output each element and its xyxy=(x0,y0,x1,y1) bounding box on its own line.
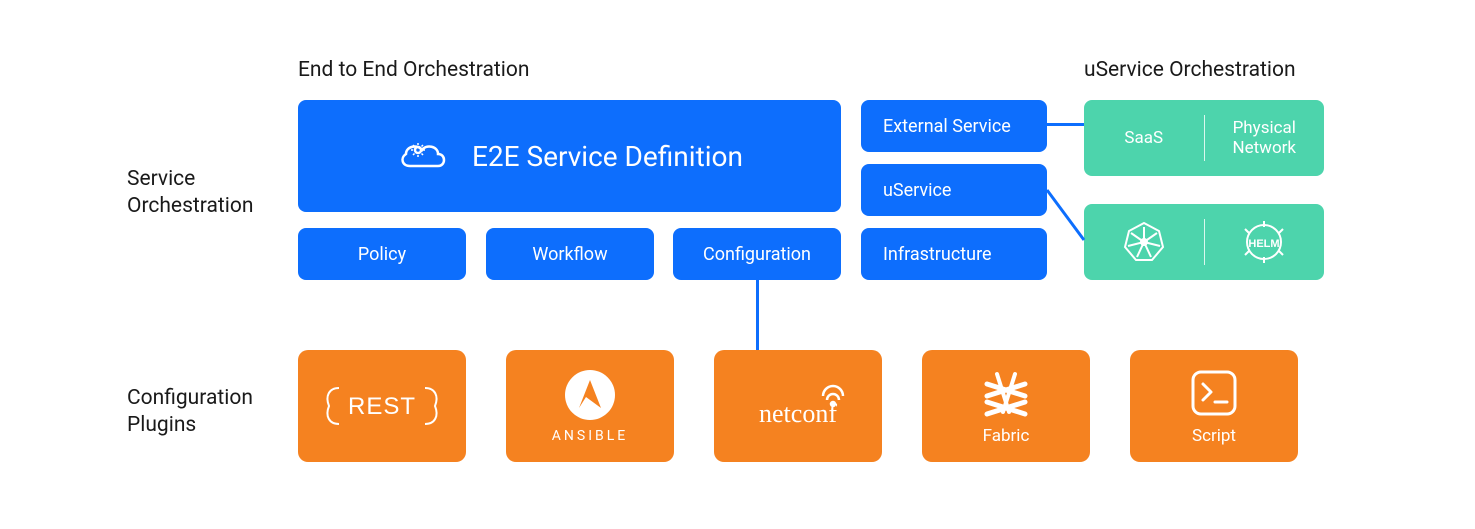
uservice-box: uService xyxy=(861,164,1047,216)
ansible-icon xyxy=(563,368,617,422)
saas-cell: SaaS xyxy=(1084,128,1204,148)
policy-box: Policy xyxy=(298,228,466,280)
rest-icon: REST xyxy=(317,376,447,436)
policy-label: Policy xyxy=(358,244,406,265)
connector-uservice-to-helm xyxy=(1047,188,1087,248)
netconf-icon: netconf xyxy=(728,378,868,434)
fabric-label: Fabric xyxy=(983,426,1030,446)
connector-external-to-saas xyxy=(1047,123,1084,126)
workflow-box: Workflow xyxy=(486,228,654,280)
section-configuration-plugins: Configuration Plugins xyxy=(127,385,253,440)
plugin-fabric: Fabric xyxy=(922,350,1090,462)
ansible-label: ANSIBLE xyxy=(552,428,628,444)
saas-physical-network-box: SaaS Physical Network xyxy=(1084,100,1324,176)
workflow-label: Workflow xyxy=(532,244,607,265)
e2e-service-definition-label: E2E Service Definition xyxy=(472,140,743,173)
plugin-script: Script xyxy=(1130,350,1298,462)
kubernetes-cell xyxy=(1084,219,1204,265)
infrastructure-label: Infrastructure xyxy=(883,244,992,265)
uservice-label: uService xyxy=(883,180,951,201)
configuration-label: Configuration xyxy=(703,244,811,265)
external-service-box: External Service xyxy=(861,100,1047,152)
helm-icon: HELM xyxy=(1235,219,1293,265)
svg-text:REST: REST xyxy=(348,393,416,420)
svg-text:netconf: netconf xyxy=(759,399,837,428)
kubernetes-icon xyxy=(1121,219,1167,265)
header-uservice: uService Orchestration xyxy=(1084,58,1296,82)
plugin-netconf: netconf xyxy=(714,350,882,462)
saas-label: SaaS xyxy=(1124,128,1163,148)
k8s-helm-box: HELM xyxy=(1084,204,1324,280)
helm-text: HELM xyxy=(1249,238,1280,250)
e2e-service-definition-box: E2E Service Definition xyxy=(298,100,841,212)
script-label: Script xyxy=(1192,426,1236,446)
physical-network-cell: Physical Network xyxy=(1205,118,1325,159)
configuration-box: Configuration xyxy=(673,228,841,280)
physical-network-label: Physical Network xyxy=(1232,118,1296,159)
helm-cell: HELM xyxy=(1205,219,1325,265)
plugin-rest: REST xyxy=(298,350,466,462)
section-service-orchestration: Service Orchestration xyxy=(127,166,253,221)
fabric-icon xyxy=(979,366,1033,420)
cloud-gear-icon xyxy=(396,136,452,176)
script-icon xyxy=(1187,366,1241,420)
connector-config-to-plugins xyxy=(756,280,759,350)
infrastructure-box: Infrastructure xyxy=(861,228,1047,280)
external-service-label: External Service xyxy=(883,116,1011,137)
header-e2e: End to End Orchestration xyxy=(298,58,529,82)
plugin-ansible: ANSIBLE xyxy=(506,350,674,462)
